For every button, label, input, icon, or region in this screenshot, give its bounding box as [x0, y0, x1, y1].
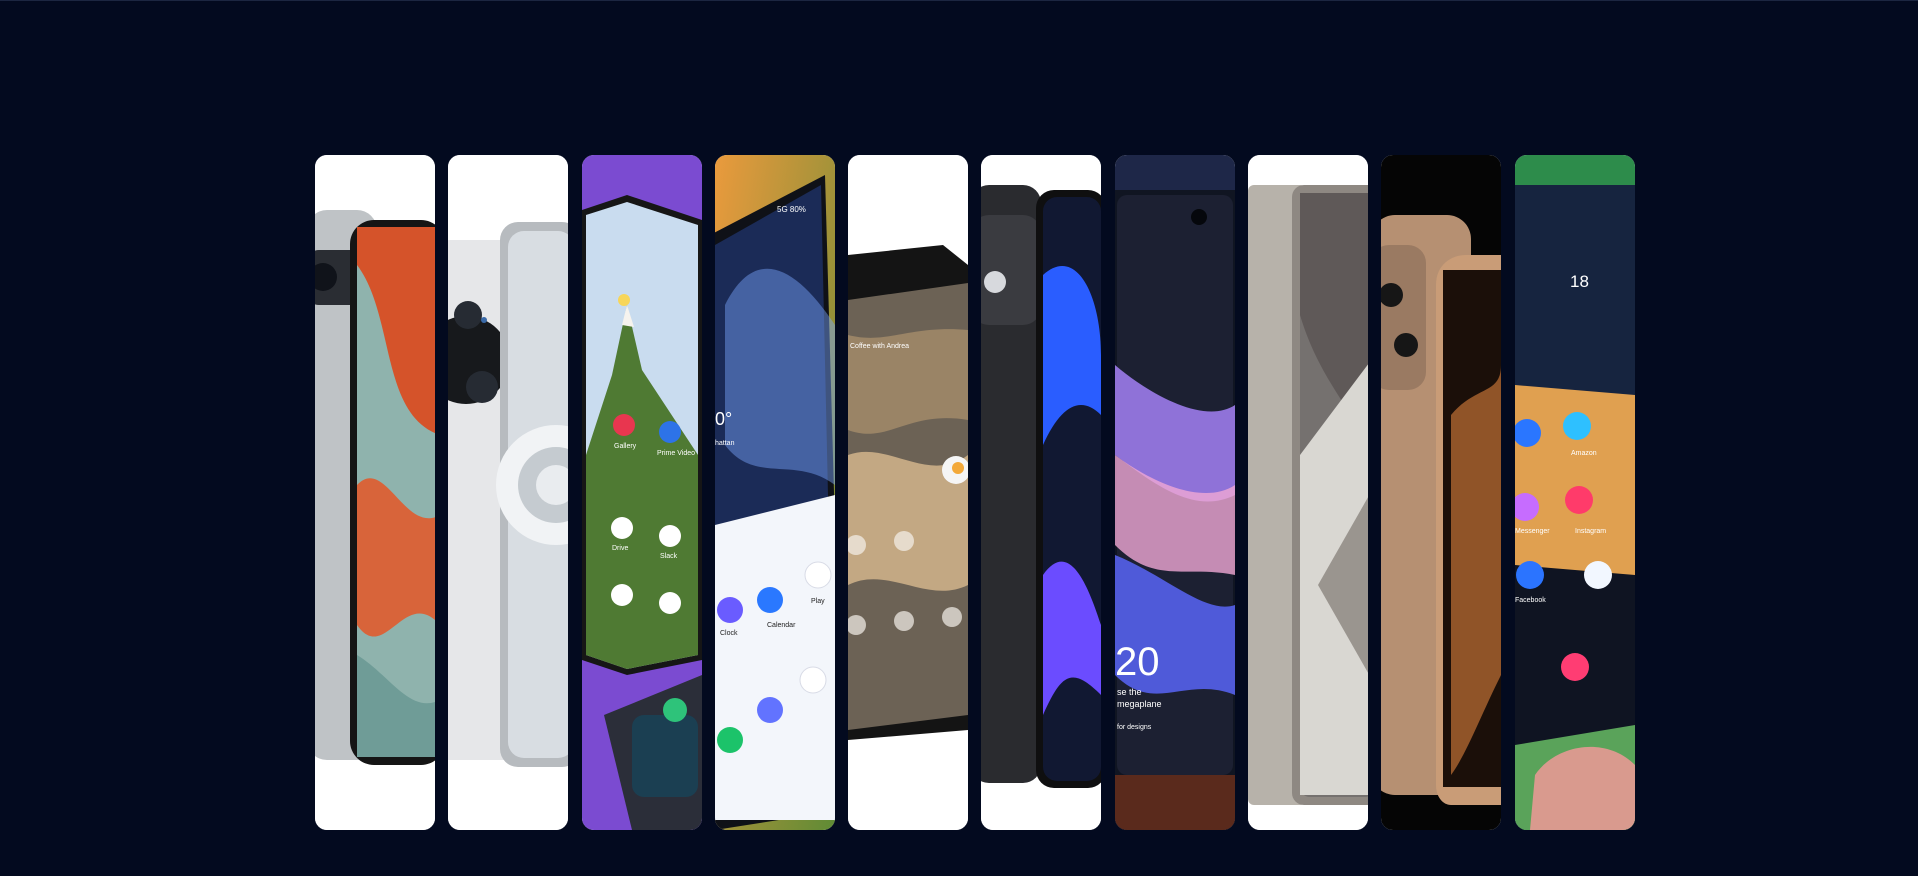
phone-card-3[interactable]: Gallery Prime Video Drive Slack: [581, 155, 702, 830]
phone-image-6: [981, 155, 1102, 830]
phone-image-1: [315, 155, 435, 830]
phone-image-3: Gallery Prime Video Drive Slack: [581, 155, 702, 830]
lockscreen-bottom: for designs: [1117, 724, 1152, 731]
phone-image-9: [1381, 155, 1502, 830]
weather-city: hattan: [715, 440, 735, 447]
phone-card-1[interactable]: [315, 155, 435, 830]
app-label-instagram: Instagram: [1575, 528, 1606, 535]
phone-image-8: [1248, 155, 1369, 830]
phone-card-5[interactable]: Coffee with Andrea: [848, 155, 969, 830]
phone-gallery: Gallery Prime Video Drive Slack 5G 80% 0…: [315, 155, 1636, 830]
app-label-play: Play: [811, 598, 825, 605]
app-label-messenger: Messenger: [1515, 528, 1550, 535]
phone-card-7[interactable]: 20 se the megaplane for designs: [1114, 155, 1235, 830]
lockscreen-subtitle-2: megaplane: [1117, 699, 1162, 709]
phone-card-2[interactable]: [448, 155, 569, 830]
phone-card-8[interactable]: [1248, 155, 1369, 830]
phone-image-5: Coffee with Andrea: [848, 155, 969, 830]
phone-card-10[interactable]: 18 Amazon Facebook Instagram Messenger: [1514, 155, 1635, 830]
phone-image-7: 20 se the megaplane for designs: [1114, 155, 1235, 830]
phone-card-9[interactable]: [1381, 155, 1502, 830]
lockscreen-subtitle: se the: [1117, 687, 1142, 697]
app-label-gallery: Gallery: [614, 443, 637, 450]
weather-widget: 18: [1570, 272, 1589, 291]
app-label-calendar: Calendar: [767, 622, 796, 629]
status-bar-text: 5G 80%: [777, 205, 806, 214]
lockscreen-time: 20: [1115, 640, 1160, 684]
top-divider: [0, 0, 1918, 1]
phone-card-4[interactable]: 5G 80% 0° hattan Clock Calendar Play: [714, 155, 835, 830]
app-label-slack: Slack: [660, 553, 678, 560]
app-label-amazon: Amazon: [1571, 450, 1597, 457]
app-label-clock: Clock: [720, 630, 738, 637]
weather-temp: 0°: [715, 409, 732, 429]
phone-image-2: [448, 155, 569, 830]
app-label-prime-video: Prime Video: [657, 450, 695, 457]
page: Gallery Prime Video Drive Slack 5G 80% 0…: [0, 0, 1918, 876]
app-label-facebook: Facebook: [1515, 597, 1546, 604]
notification-text: Coffee with Andrea: [850, 343, 909, 350]
phone-card-6[interactable]: [981, 155, 1102, 830]
phone-image-4: 5G 80% 0° hattan Clock Calendar Play: [714, 155, 835, 830]
app-label-drive: Drive: [612, 545, 628, 552]
phone-image-10: 18 Amazon Facebook Instagram Messenger: [1514, 155, 1635, 830]
